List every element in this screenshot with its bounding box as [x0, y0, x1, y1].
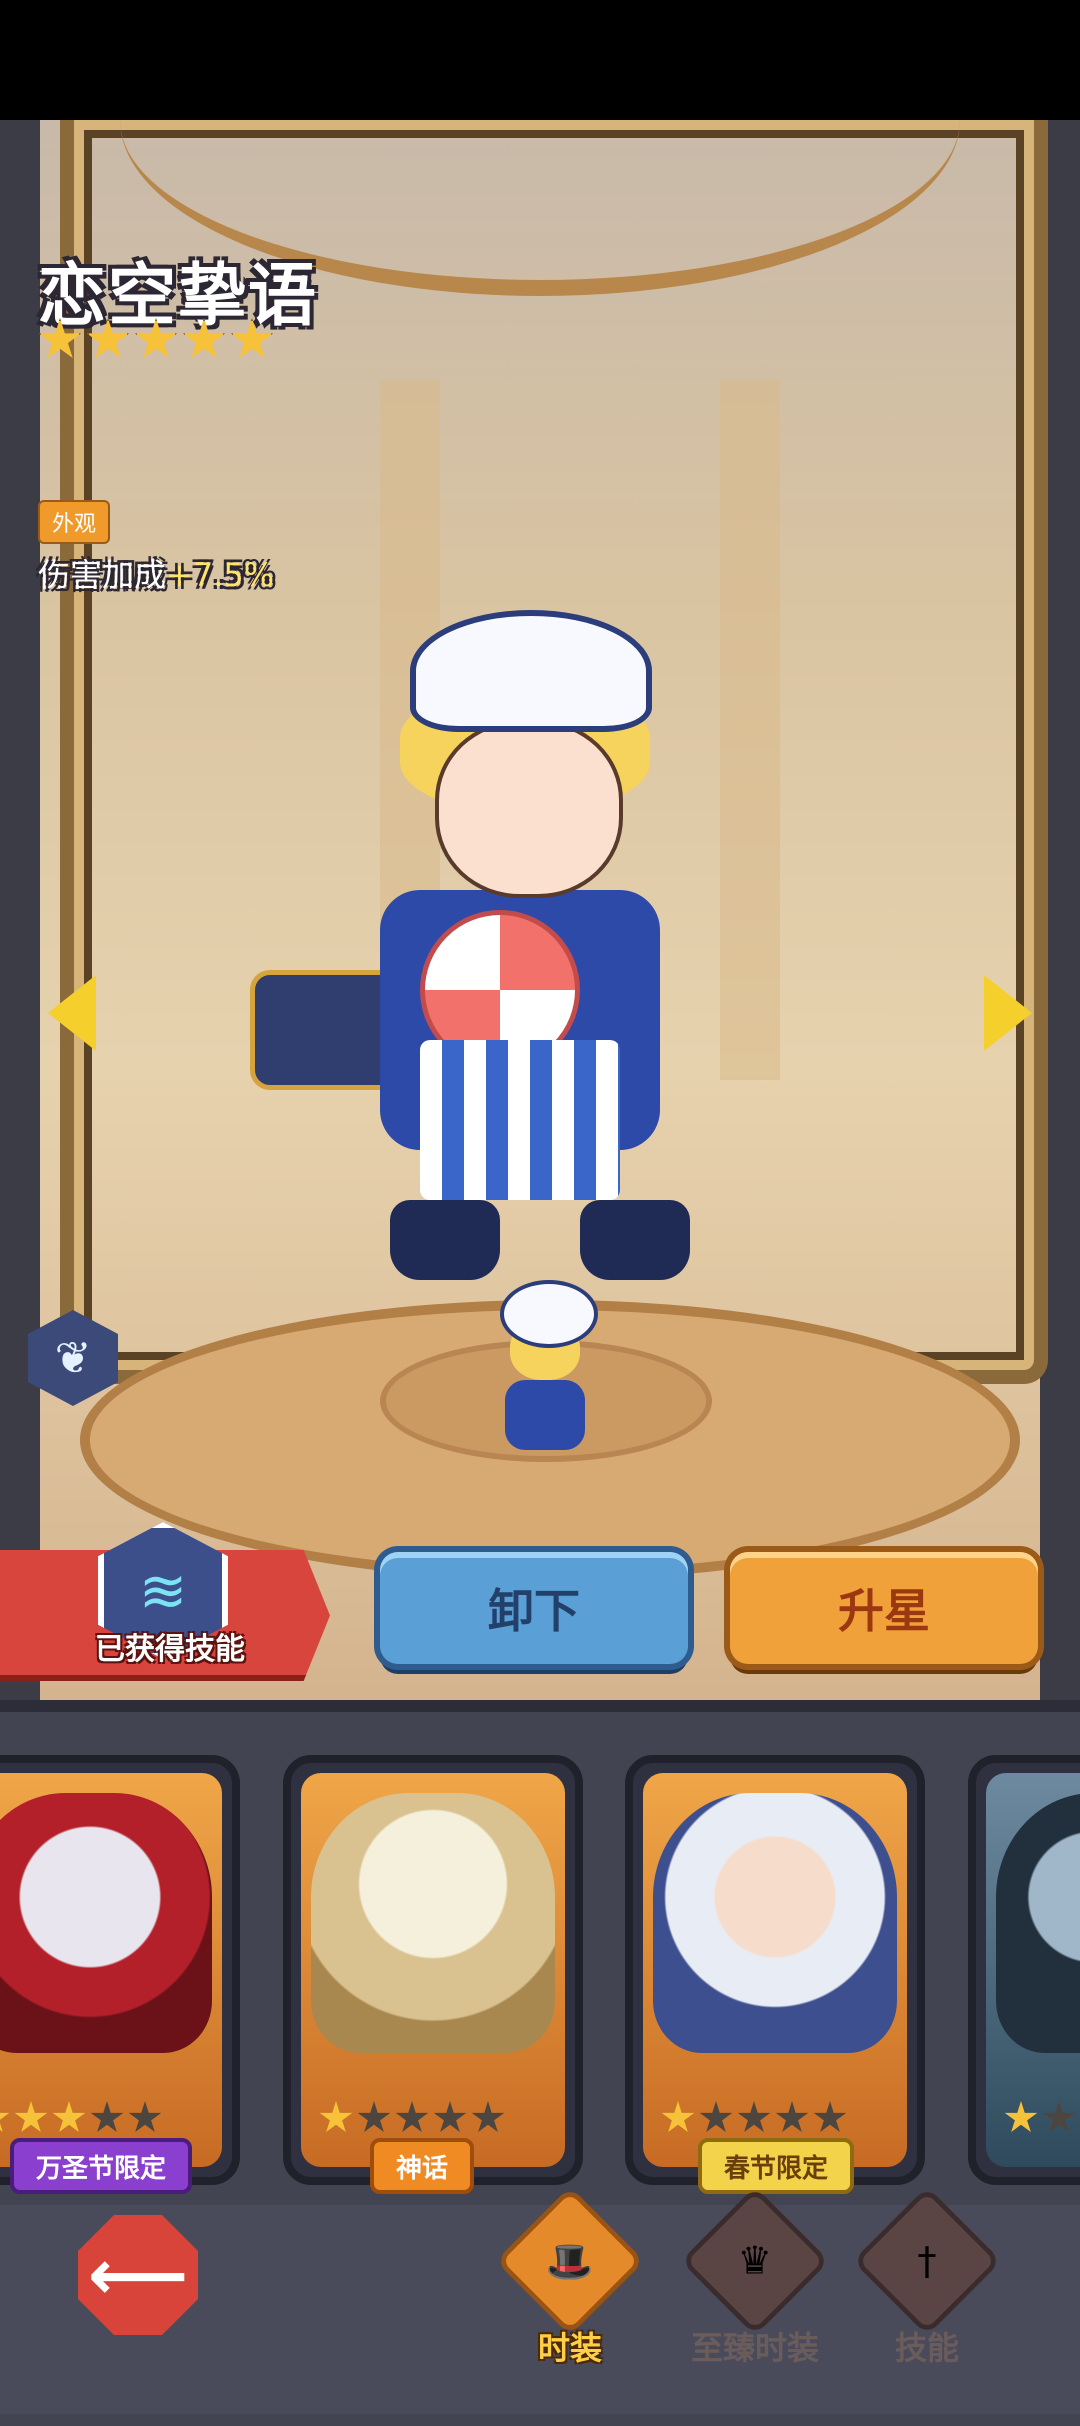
limited-tag: 春节限定 — [698, 2138, 855, 2194]
tab-premium-costume[interactable]: ♛ 至臻时装 — [680, 2186, 830, 2369]
star-icon — [433, 2101, 467, 2132]
star-icon — [737, 2101, 771, 2132]
star-icon — [86, 318, 130, 359]
back-arrow-icon[interactable]: ⟵ — [78, 2215, 198, 2335]
knight-portrait — [311, 1793, 555, 2053]
sailor-hat — [410, 610, 652, 732]
limited-tag: 万圣节限定 — [10, 2138, 193, 2194]
star-icon — [90, 2101, 124, 2132]
card-stars — [1004, 2101, 1080, 2135]
star-icon — [813, 2101, 847, 2132]
costume-card[interactable] — [625, 1755, 925, 2185]
skill-obtained-label: 已获得技能 — [95, 1632, 245, 1667]
star-icon — [661, 2101, 695, 2132]
star-icon — [471, 2101, 505, 2132]
appearance-badge: 外观 — [38, 500, 111, 544]
skin-stars — [38, 318, 274, 362]
next-skin-arrow-icon[interactable] — [984, 975, 1032, 1051]
sword-icon: † — [852, 2186, 1002, 2336]
costume-card[interactable] — [0, 1755, 240, 2185]
tab-costume[interactable]: 🎩 时装 — [495, 2186, 645, 2369]
premium-costume-icon: ♛ — [680, 2186, 830, 2336]
hat-icon: 🎩 — [495, 2186, 645, 2336]
star-icon — [0, 2101, 10, 2132]
costume-card[interactable] — [968, 1755, 1080, 2185]
star-icon — [1042, 2101, 1076, 2132]
left-wall — [0, 120, 40, 1700]
card-stars — [0, 2101, 162, 2135]
card-stars — [661, 2101, 847, 2135]
chibi-hero — [470, 1280, 620, 1460]
star-icon — [699, 2101, 733, 2132]
previous-skin-arrow-icon[interactable] — [48, 975, 96, 1051]
star-icon — [14, 2101, 48, 2132]
star-icon — [357, 2101, 391, 2132]
star-icon — [128, 2101, 162, 2132]
tab-skill[interactable]: † 技能 — [852, 2186, 1002, 2369]
star-icon — [38, 318, 82, 359]
star-icon — [319, 2101, 353, 2132]
star-icon — [230, 318, 274, 359]
star-icon — [134, 318, 178, 359]
bonus-value: +7.5% — [166, 556, 275, 594]
star-icon — [1004, 2101, 1038, 2132]
rarity-tag: 神话 — [370, 2138, 475, 2194]
star-icon — [775, 2101, 809, 2132]
hero-boot — [390, 1200, 500, 1280]
hero-shorts — [420, 1040, 620, 1200]
hero-boot — [580, 1200, 690, 1280]
card-stars — [319, 2101, 505, 2135]
gamer-portrait — [653, 1793, 897, 2053]
chibi-hat — [500, 1280, 598, 1348]
star-icon — [395, 2101, 429, 2132]
star-icon — [52, 2101, 86, 2132]
vampire-portrait — [0, 1793, 212, 2053]
costume-card[interactable] — [283, 1755, 583, 2185]
upgrade-star-button[interactable]: 升星 — [730, 1552, 1038, 1664]
hero-character — [250, 610, 730, 1310]
unequip-button[interactable]: 卸下 — [380, 1552, 688, 1664]
hero-face — [435, 720, 623, 898]
bonus-label: 伤害加成 — [38, 556, 167, 594]
damage-bonus: 伤害加成+7.5% — [38, 550, 274, 596]
star-icon — [182, 318, 226, 359]
chibi-body — [505, 1380, 585, 1450]
status-bar — [0, 0, 1080, 120]
